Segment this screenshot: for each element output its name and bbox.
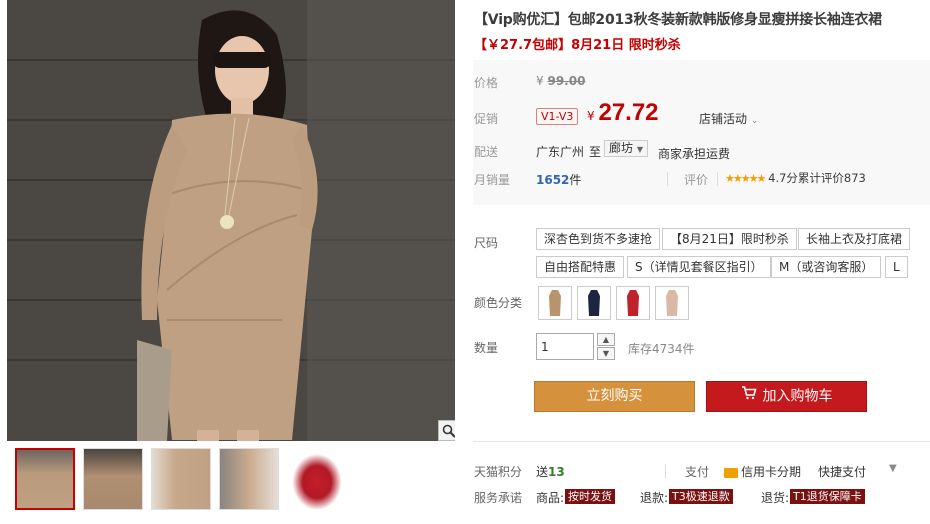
quantity-input[interactable]: 1 [536,333,594,360]
cart-icon [741,382,757,411]
monthly-sales: 1652件 [536,171,581,188]
credit-card-label: 信用卡分期 [741,465,802,479]
quantity-increase-button[interactable]: ▲ [597,333,615,346]
divider [665,464,666,478]
vip-level-tag: V1-V3 [536,108,579,125]
model-photo [7,0,455,441]
size-option-3[interactable]: 长袖上衣及打底裙 [798,228,911,250]
price-label: 价格 [474,76,499,90]
add-to-cart-button[interactable]: 加入购物车 [706,381,867,412]
ship-from: 广东广州 [536,145,585,159]
chevron-down-icon[interactable]: ▼ [889,463,897,474]
thumbnail-4[interactable] [219,448,279,510]
original-price-value: 99.00 [547,74,586,88]
rating-label: 评价 [684,173,709,187]
size-option-5[interactable]: S（详情见套餐区指引） [627,256,771,278]
thumbnail-strip [7,448,455,518]
size-option-1[interactable]: 深杏色到货不多速抢 [536,228,661,250]
points-value: 13 [548,465,565,479]
points: 送13 [536,463,565,480]
color-swatch-camel[interactable] [538,286,572,320]
credit-card-icon [724,467,738,478]
main-product-image[interactable] [7,0,455,441]
size-option-7[interactable]: L [885,256,908,278]
promo-price-value: 27.72 [598,99,659,126]
add-to-cart-label: 加入购物车 [762,388,833,405]
thumbnail-1[interactable] [15,448,75,510]
thumbnail-2[interactable] [83,448,143,510]
goods-label: 商品: [536,491,565,505]
payment-label: 支付 [685,465,710,479]
promo-label: 促销 [474,112,499,126]
size-label: 尺码 [474,236,499,250]
chevron-down-icon: ⌄ [750,116,759,126]
thumbnail-5[interactable] [287,448,347,510]
monthly-sales-count: 1652 [536,173,570,187]
rating-summary[interactable]: ★★★★★ 4.7分累计评价873 [725,170,866,186]
size-option-4[interactable]: 自由搭配特惠 [536,256,625,278]
ship-to-word: 至 [589,145,602,159]
points-label: 天猫积分 [474,465,523,479]
service-label: 服务承诺 [474,491,523,505]
monthly-sales-label: 月销量 [474,173,511,187]
divider [667,172,668,186]
monthly-sales-unit: 件 [569,173,582,187]
stock-count: 库存4734件 [628,342,695,356]
on-time-delivery-badge[interactable]: 按时发货 [565,489,615,504]
quick-pay[interactable]: 快捷支付 [818,463,866,480]
shipping-fee-note: 商家承担运费 [658,147,731,161]
magnifier-icon[interactable] [438,420,455,441]
destination-city: 廊坊 [609,141,634,155]
color-label: 颜色分类 [474,296,523,310]
color-swatch-red[interactable] [616,286,650,320]
divider [717,172,718,186]
delivery-label: 配送 [474,145,499,159]
promo-price: ¥ 27.72 [587,99,659,127]
credit-card-installment[interactable]: 信用卡分期 [724,463,801,480]
product-subtitle: 【￥27.7包邮】8月21日 限时秒杀 [474,38,681,53]
product-page: 【Vip购优汇】包邮2013秋冬装新款韩版修身显瘦拼接长袖连衣裙 【￥27.7包… [0,0,930,524]
color-swatch-beige[interactable] [655,286,689,320]
refund-label: 退款: [640,491,669,505]
product-info-panel: 【Vip购优汇】包邮2013秋冬装新款韩版修身显瘦拼接长袖连衣裙 【￥27.7包… [473,0,930,524]
rating-stars: ★★★★★ [725,172,766,185]
quantity-label: 数量 [474,341,499,355]
chevron-down-icon: ▼ [636,145,643,154]
fast-refund-badge[interactable]: T3极速退款 [669,489,733,504]
rating-text: 4.7分累计评价873 [768,171,866,185]
color-swatch-navy[interactable] [577,286,611,320]
shop-activity-dropdown[interactable]: 店铺活动 ⌄ [699,110,758,127]
destination-city-select[interactable]: 廊坊 ▼ [604,140,648,157]
return-guarantee-badge[interactable]: T1退货保障卡 [790,489,865,504]
thumbnail-3[interactable] [151,448,211,510]
promo-currency: ¥ [587,109,595,123]
quantity-decrease-button[interactable]: ▼ [597,347,615,360]
original-price: ¥ 99.00 [536,74,585,88]
buy-now-button[interactable]: 立刻购买 [534,381,695,412]
product-title: 【Vip购优汇】包邮2013秋冬装新款韩版修身显瘦拼接长袖连衣裙 [474,12,882,28]
shop-activity-label: 店铺活动 [699,112,748,126]
size-option-2[interactable]: 【8月21日】限时秒杀 [662,228,797,250]
section-divider [473,441,930,442]
original-price-currency: ¥ [536,74,544,88]
return-label: 退货: [761,491,790,505]
points-prefix: 送 [536,465,549,479]
size-option-6[interactable]: M（或咨询客服） [771,256,882,278]
